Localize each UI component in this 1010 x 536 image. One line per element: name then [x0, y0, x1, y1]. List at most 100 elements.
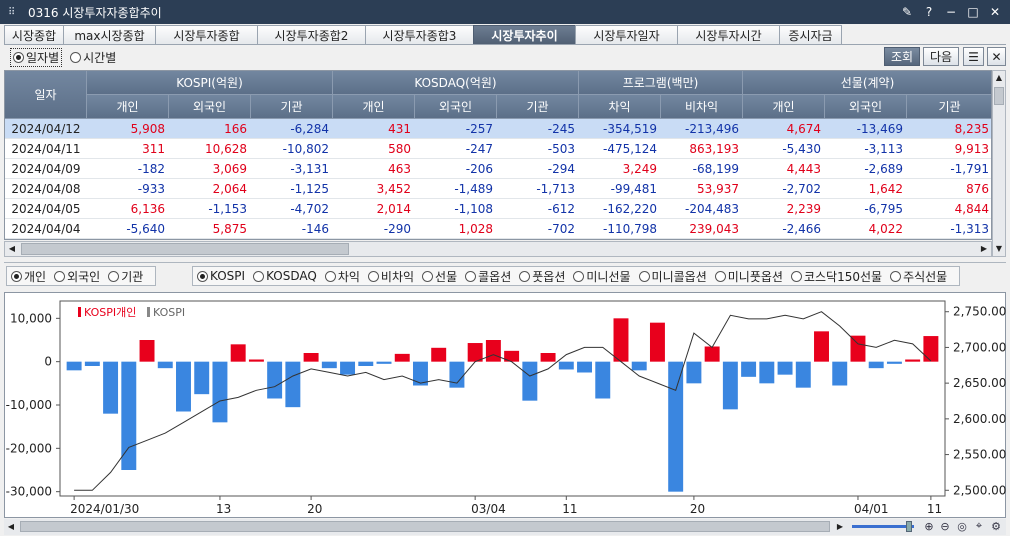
scroll-down-icon[interactable]: ▼ — [993, 242, 1005, 256]
horizontal-scroll-thumb[interactable] — [21, 243, 349, 255]
radio-by-date[interactable]: 일자별 — [10, 48, 63, 67]
market-radio-6[interactable]: 풋옵션 — [519, 268, 565, 285]
investor-data-table: 일자 KOSPI(억원) KOSDAQ(억원) 프로그램(백만) 선물(계약) … — [4, 70, 992, 240]
bar-kospi-individual — [814, 331, 829, 362]
radio-dot — [197, 270, 208, 282]
scroll-right-icon[interactable]: ▶ — [977, 242, 991, 256]
horizontal-scrollbar[interactable]: ◀ ▶ — [4, 241, 992, 257]
radio-by-time[interactable]: 시간별 — [70, 49, 116, 66]
chart-scrollbar[interactable]: ◀ ▶ — [4, 519, 1006, 535]
scroll-up-icon[interactable]: ▲ — [993, 71, 1005, 85]
collapse-icon[interactable]: ✕ — [987, 47, 1006, 66]
table-row[interactable]: 2024/04/08 -933 2,064 -1,125 3,452 -1,489 -1,7… — [5, 179, 991, 199]
tab-1[interactable]: max시장종합 — [63, 25, 156, 45]
market-radio-5[interactable]: 콜옵션 — [465, 268, 511, 285]
list-icon[interactable]: ☰ — [963, 47, 984, 66]
tab-6[interactable]: 시장투자일자 — [575, 25, 678, 45]
tab-3[interactable]: 시장투자종합2 — [257, 25, 366, 45]
cell-value: -6,795 — [864, 202, 903, 216]
table-row[interactable]: 2024/04/09 -182 3,069 -3,131 463 -206 -294 3,24… — [5, 159, 991, 179]
investor-radio-1[interactable]: 외국인 — [54, 268, 100, 285]
cell-value: 10,628 — [205, 142, 247, 156]
bar-kospi-individual — [522, 361, 538, 401]
tab-2[interactable]: 시장투자종합 — [155, 25, 258, 45]
market-radio-group: KOSPI KOSDAQ 차익 비차익 선물 콜옵션 풋옵션 미니선물 미니콜옵션 미니풋옵션 코스… — [192, 266, 961, 286]
scroll-left-icon[interactable]: ◀ — [5, 242, 19, 256]
bar-kospi-individual — [248, 359, 264, 362]
chart-scroll-left-icon[interactable]: ◀ — [4, 520, 18, 534]
market-radio-8[interactable]: 미니콜옵션 — [638, 268, 707, 285]
cell-value: -213,496 — [685, 122, 739, 136]
cell-value: -1,153 — [208, 202, 247, 216]
zoom-slider-handle[interactable] — [906, 521, 912, 532]
pin-icon[interactable]: ✎ — [898, 3, 916, 21]
zoom-reset-icon[interactable]: ◎ — [955, 519, 969, 533]
plot-frame — [59, 300, 946, 497]
legend-kospi: KOSPI — [153, 306, 185, 319]
cell-value: 1,028 — [458, 222, 493, 236]
query-button[interactable]: 조회 — [884, 47, 920, 66]
vertical-scroll-thumb[interactable] — [994, 87, 1004, 105]
table-row[interactable]: 2024/04/12 5,908 166 -6,284 431 -257 -245 -354,… — [5, 119, 991, 139]
bar-kospi-individual — [212, 361, 228, 423]
close-icon[interactable]: ✕ — [986, 3, 1004, 21]
market-radio-4[interactable]: 선물 — [422, 268, 457, 285]
market-radio-9[interactable]: 미니풋옵션 — [714, 268, 783, 285]
x-tick-label: 20 — [690, 502, 705, 516]
cell-value: -612 — [547, 202, 575, 216]
next-button[interactable]: 다음 — [923, 47, 959, 66]
cell-value: -247 — [465, 142, 493, 156]
tab-8[interactable]: 증시자금 — [779, 25, 842, 45]
investor-radio-2[interactable]: 기관 — [108, 268, 143, 285]
tab-4[interactable]: 시장투자종합3 — [365, 25, 474, 45]
market-radio-10[interactable]: 코스닥150선물 — [790, 268, 882, 285]
table-row[interactable]: 2024/04/04 -5,640 5,875 -146 -290 1,028 -702 -1… — [5, 219, 991, 239]
cell-value: 3,249 — [622, 162, 657, 176]
investor-radio-label: 개인 — [24, 269, 47, 284]
market-radio-1[interactable]: KOSDAQ — [253, 269, 317, 283]
investor-radio-0[interactable]: 개인 — [11, 268, 46, 285]
market-radio-3[interactable]: 비차익 — [367, 268, 415, 285]
market-radio-label: 미니풋옵션 — [727, 269, 783, 284]
market-radio-label: 비차익 — [380, 269, 415, 284]
vertical-scrollbar[interactable]: ▲ ▼ — [992, 70, 1006, 257]
y-left-tick-label: 0 — [44, 355, 52, 369]
chart-scroll-thumb[interactable] — [20, 521, 830, 532]
market-radio-label: KOSPI — [210, 269, 246, 283]
tab-7[interactable]: 시장투자시간 — [677, 25, 780, 45]
x-tick-label: 11 — [927, 502, 942, 516]
maximize-icon[interactable]: □ — [964, 3, 982, 21]
bar-kospi-individual — [139, 340, 155, 362]
zoom-in-icon[interactable]: ⊕ — [922, 519, 936, 533]
table-row[interactable]: 2024/04/11 311 10,628 -10,802 580 -247 -503 -47… — [5, 139, 991, 159]
table-row[interactable]: 2024/04/05 6,136 -1,153 -4,702 2,014 -1,108 -6… — [5, 199, 991, 219]
market-radio-7[interactable]: 미니선물 — [573, 268, 631, 285]
y-right-tick-label: 2,650.00 — [953, 376, 1006, 390]
market-radio-0[interactable]: KOSPI — [197, 269, 245, 283]
header-group-futures: 선물(계약) — [743, 71, 991, 95]
settings-tool-icon[interactable]: ⚙ — [989, 519, 1003, 533]
zoom-out-icon[interactable]: ⊖ — [938, 519, 952, 533]
help-icon[interactable]: ? — [920, 3, 938, 21]
tab-5[interactable]: 시장투자추이 — [473, 25, 576, 45]
cell-value: -3,131 — [290, 162, 329, 176]
menu-grip-icon[interactable]: ⠿ — [8, 7, 22, 18]
crosshair-icon[interactable]: ⌖ — [972, 519, 986, 533]
market-radio-11[interactable]: 주식선물 — [890, 268, 947, 285]
investor-radio-group: 개인 외국인 기관 — [6, 266, 157, 286]
cell-value: 166 — [224, 122, 247, 136]
tab-0[interactable]: 시장종합 — [4, 25, 64, 45]
zoom-slider[interactable] — [852, 525, 914, 528]
bar-kospi-individual — [485, 340, 501, 362]
subheader-9: 외국인 — [825, 95, 907, 119]
chart-scroll-right-icon[interactable]: ▶ — [834, 520, 846, 534]
cell-value: -5,430 — [782, 142, 821, 156]
cell-value: -1,108 — [454, 202, 493, 216]
cell-value: -162,220 — [603, 202, 657, 216]
bar-kospi-individual — [84, 361, 100, 366]
minimize-icon[interactable]: − — [942, 3, 960, 21]
cell-value: -290 — [383, 222, 411, 236]
y-left-tick-label: 10,000 — [10, 311, 52, 325]
market-radio-2[interactable]: 차익 — [324, 268, 360, 285]
header-group-kosdaq: KOSDAQ(억원) — [333, 71, 579, 95]
